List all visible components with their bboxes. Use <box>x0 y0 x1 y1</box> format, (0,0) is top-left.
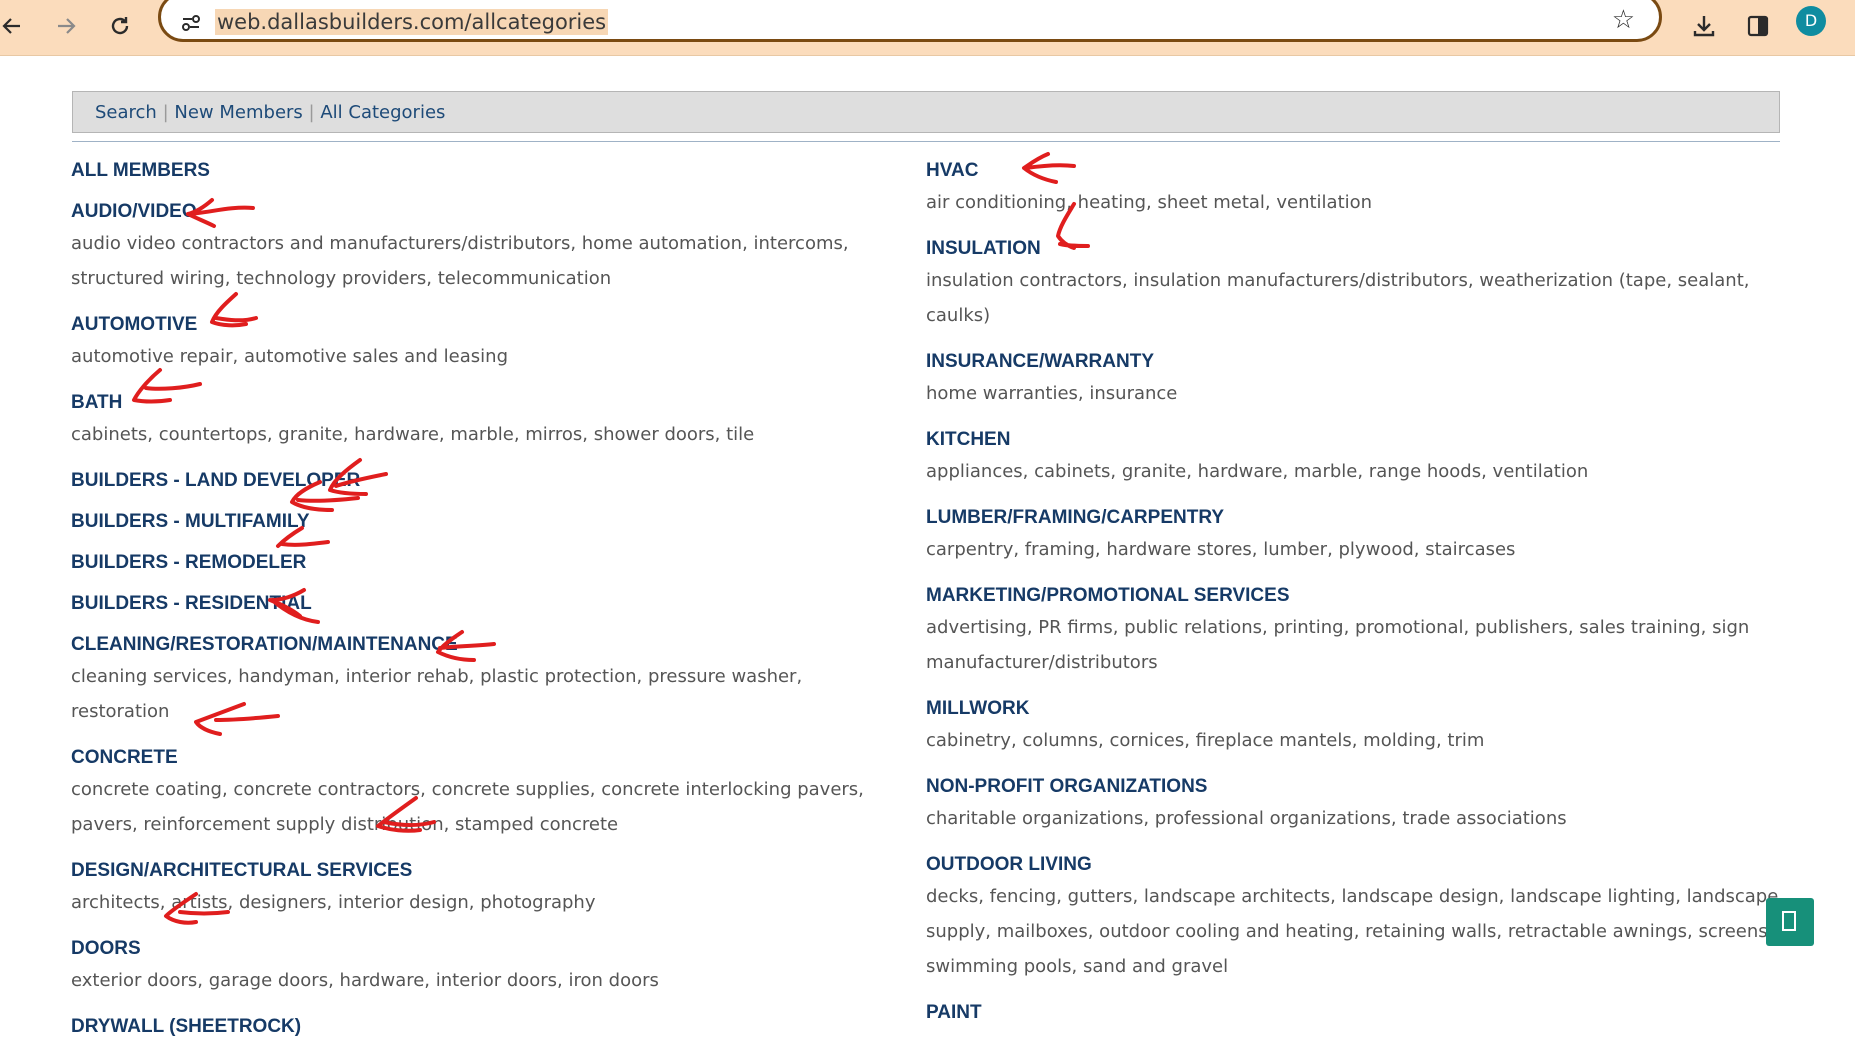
address-bar[interactable]: web.dallasbuilders.com/allcategories ☆ <box>158 0 1662 42</box>
window-icon <box>1782 911 1796 931</box>
profile-avatar[interactable]: D <box>1796 6 1826 36</box>
category-entry: INSURANCE/WARRANTY home warranties, insur… <box>926 349 1786 411</box>
category-entry: BUILDERS - LAND DEVELOPER <box>71 468 891 493</box>
category-subcategories: home warranties, insurance <box>926 383 1178 404</box>
divider <box>72 141 1780 142</box>
category-entry: HVAC air conditioning, heating, sheet met… <box>926 158 1786 220</box>
forward-arrow-icon[interactable] <box>48 8 84 44</box>
category-link[interactable]: AUDIO/VIDEO <box>71 199 891 224</box>
category-entry: BUILDERS - REMODELER <box>71 550 891 575</box>
category-link[interactable]: HVAC <box>926 158 1786 183</box>
reload-icon[interactable] <box>102 8 138 44</box>
categories-left-column: ALL MEMBERS AUDIO/VIDEO audio video contra… <box>71 158 891 1039</box>
category-subcategories: charitable organizations, professional o… <box>926 808 1567 829</box>
category-subcategories: concrete coating, concrete contractors, … <box>71 779 864 835</box>
category-link[interactable]: PAINT <box>926 1000 1786 1025</box>
category-link[interactable]: KITCHEN <box>926 427 1786 452</box>
all-categories-link[interactable]: All Categories <box>320 102 445 123</box>
category-entry: DOORS exterior doors, garage doors, hardw… <box>71 936 891 998</box>
category-subcategories: insulation contractors, insulation manuf… <box>926 270 1750 326</box>
category-entry: MARKETING/PROMOTIONAL SERVICES advertisin… <box>926 583 1786 680</box>
category-entry: AUDIO/VIDEO audio video contractors and m… <box>71 199 891 296</box>
category-entry: DRYWALL (SHEETROCK) <box>71 1014 891 1039</box>
category-entry: BUILDERS - MULTIFAMILY <box>71 509 891 534</box>
category-link[interactable]: DESIGN/ARCHITECTURAL SERVICES <box>71 858 891 883</box>
category-entry: CLEANING/RESTORATION/MAINTENANCE cleaning… <box>71 632 891 729</box>
category-link[interactable]: ALL MEMBERS <box>71 158 891 183</box>
category-link[interactable]: BUILDERS - MULTIFAMILY <box>71 509 891 534</box>
category-entry: OUTDOOR LIVING decks, fencing, gutters, l… <box>926 852 1786 984</box>
category-subcategories: decks, fencing, gutters, landscape archi… <box>926 886 1779 977</box>
category-entry: PAINT <box>926 1000 1786 1025</box>
page-nav-bar: Search | New Members | All Categories <box>72 91 1780 133</box>
chat-widget-button[interactable] <box>1766 898 1814 946</box>
category-link[interactable]: DOORS <box>71 936 891 961</box>
category-link[interactable]: BUILDERS - LAND DEVELOPER <box>71 468 891 493</box>
category-entry: INSULATION insulation contractors, insula… <box>926 236 1786 333</box>
category-subcategories: audio video contractors and manufacturer… <box>71 233 849 289</box>
category-entry: NON-PROFIT ORGANIZATIONS charitable organ… <box>926 774 1786 836</box>
nav-separator: | <box>162 102 169 123</box>
category-entry: DESIGN/ARCHITECTURAL SERVICES architects,… <box>71 858 891 920</box>
category-subcategories: advertising, PR firms, public relations,… <box>926 617 1750 673</box>
category-link[interactable]: MILLWORK <box>926 696 1786 721</box>
category-link[interactable]: LUMBER/FRAMING/CARPENTRY <box>926 505 1786 530</box>
category-link[interactable]: CONCRETE <box>71 745 891 770</box>
new-members-link[interactable]: New Members <box>174 102 302 123</box>
category-link[interactable]: BATH <box>71 390 891 415</box>
category-entry: BATH cabinets, countertops, granite, hard… <box>71 390 891 452</box>
category-link[interactable]: MARKETING/PROMOTIONAL SERVICES <box>926 583 1786 608</box>
category-link[interactable]: AUTOMOTIVE <box>71 312 891 337</box>
category-subcategories: cabinetry, columns, cornices, fireplace … <box>926 730 1485 751</box>
category-link[interactable]: DRYWALL (SHEETROCK) <box>71 1014 891 1039</box>
category-entry: BUILDERS - RESIDENTIAL <box>71 591 891 616</box>
download-icon[interactable] <box>1686 8 1722 44</box>
category-entry: CONCRETE concrete coating, concrete contr… <box>71 745 891 842</box>
category-link[interactable]: CLEANING/RESTORATION/MAINTENANCE <box>71 632 891 657</box>
category-subcategories: architects, artists, designers, interior… <box>71 892 596 913</box>
category-subcategories: cleaning services, handyman, interior re… <box>71 666 803 722</box>
category-entry: MILLWORK cabinetry, columns, cornices, fi… <box>926 696 1786 758</box>
category-link[interactable]: INSURANCE/WARRANTY <box>926 349 1786 374</box>
category-link[interactable]: OUTDOOR LIVING <box>926 852 1786 877</box>
search-link[interactable]: Search <box>95 102 157 123</box>
category-subcategories: carpentry, framing, hardware stores, lum… <box>926 539 1516 560</box>
category-link[interactable]: BUILDERS - RESIDENTIAL <box>71 591 891 616</box>
category-subcategories: exterior doors, garage doors, hardware, … <box>71 970 659 991</box>
url-text[interactable]: web.dallasbuilders.com/allcategories <box>215 9 609 35</box>
category-link[interactable]: INSULATION <box>926 236 1786 261</box>
category-subcategories: appliances, cabinets, granite, hardware,… <box>926 461 1589 482</box>
category-subcategories: air conditioning, heating, sheet metal, … <box>926 192 1373 213</box>
back-arrow-icon[interactable] <box>0 8 30 44</box>
category-subcategories: automotive repair, automotive sales and … <box>71 346 508 367</box>
bookmark-star-icon[interactable]: ☆ <box>1612 7 1635 33</box>
category-entry: ALL MEMBERS <box>71 158 891 183</box>
side-panel-icon[interactable] <box>1740 8 1776 44</box>
category-entry: LUMBER/FRAMING/CARPENTRY carpentry, frami… <box>926 505 1786 567</box>
categories-right-column: HVAC air conditioning, heating, sheet met… <box>926 158 1786 1025</box>
category-link[interactable]: BUILDERS - REMODELER <box>71 550 891 575</box>
category-entry: KITCHEN appliances, cabinets, granite, ha… <box>926 427 1786 489</box>
category-entry: AUTOMOTIVE automotive repair, automotive … <box>71 312 891 374</box>
category-subcategories: cabinets, countertops, granite, hardware… <box>71 424 755 445</box>
site-settings-icon[interactable] <box>175 7 207 39</box>
nav-separator: | <box>308 102 315 123</box>
category-link[interactable]: NON-PROFIT ORGANIZATIONS <box>926 774 1786 799</box>
browser-toolbar: web.dallasbuilders.com/allcategories ☆ D <box>0 0 1855 56</box>
